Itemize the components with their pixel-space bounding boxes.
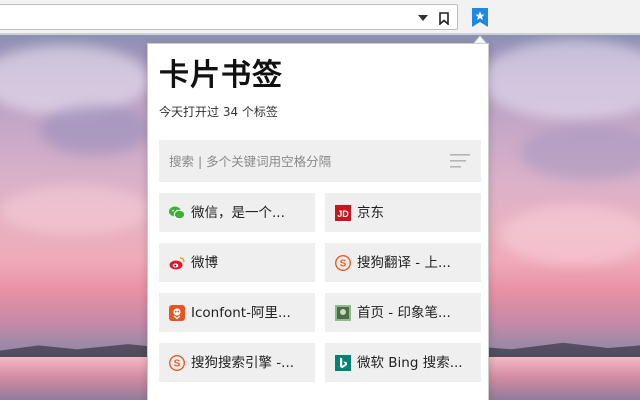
bookmark-card-bing[interactable]: 微软 Bing 搜索... (325, 343, 481, 382)
bookmark-star-extension-icon[interactable] (469, 6, 491, 28)
bookmark-card-sogou-search[interactable]: S 搜狗搜索引擎 -... (159, 343, 315, 382)
jd-icon: JD (335, 204, 351, 221)
bookmark-card-jd[interactable]: JD 京东 (325, 193, 481, 232)
iconfont-icon (169, 304, 185, 321)
search-box (159, 140, 481, 182)
bookmark-icon[interactable] (437, 10, 451, 26)
bookmark-card-wechat[interactable]: 微信，是一个... (159, 193, 315, 232)
bookmark-label: 搜狗翻译 - 上... (357, 254, 451, 271)
bookmark-card-evernote[interactable]: 首页 - 印象笔... (325, 293, 481, 332)
bookmark-popup: 卡片书签 今天打开过 34 个标签 微信，是一个... (147, 43, 489, 400)
chevron-down-icon[interactable] (416, 11, 430, 25)
sogou-icon: S (335, 254, 351, 271)
bookmark-card-iconfont[interactable]: Iconfont-阿里... (159, 293, 315, 332)
bookmark-label: 京东 (357, 204, 384, 221)
address-bar[interactable] (0, 4, 458, 30)
bookmark-label: 微软 Bing 搜索... (357, 354, 463, 371)
bookmark-card-sogou-translate[interactable]: S 搜狗翻译 - 上... (325, 243, 481, 282)
sogou-icon: S (169, 354, 185, 371)
bookmark-label: Iconfont-阿里... (191, 304, 291, 321)
search-input[interactable] (159, 140, 439, 182)
weibo-icon (169, 255, 185, 271)
popup-title: 卡片书签 (159, 58, 283, 93)
bookmark-label: 微信，是一个... (191, 204, 285, 221)
wechat-icon (169, 205, 185, 221)
browser-toolbar (0, 0, 640, 34)
bing-icon (335, 354, 351, 371)
opened-count-text: 今天打开过 34 个标签 (159, 105, 278, 119)
svg-text:JD: JD (337, 209, 349, 219)
bookmark-label: 微博 (191, 254, 218, 271)
bookmark-card-weibo[interactable]: 微博 (159, 243, 315, 282)
svg-text:S: S (174, 358, 181, 369)
bookmark-label: 搜狗搜索引擎 -... (191, 354, 295, 371)
menu-icon[interactable] (450, 153, 470, 169)
bookmark-label: 首页 - 印象笔... (357, 304, 451, 321)
evernote-icon (335, 304, 351, 321)
svg-text:S: S (340, 258, 347, 269)
